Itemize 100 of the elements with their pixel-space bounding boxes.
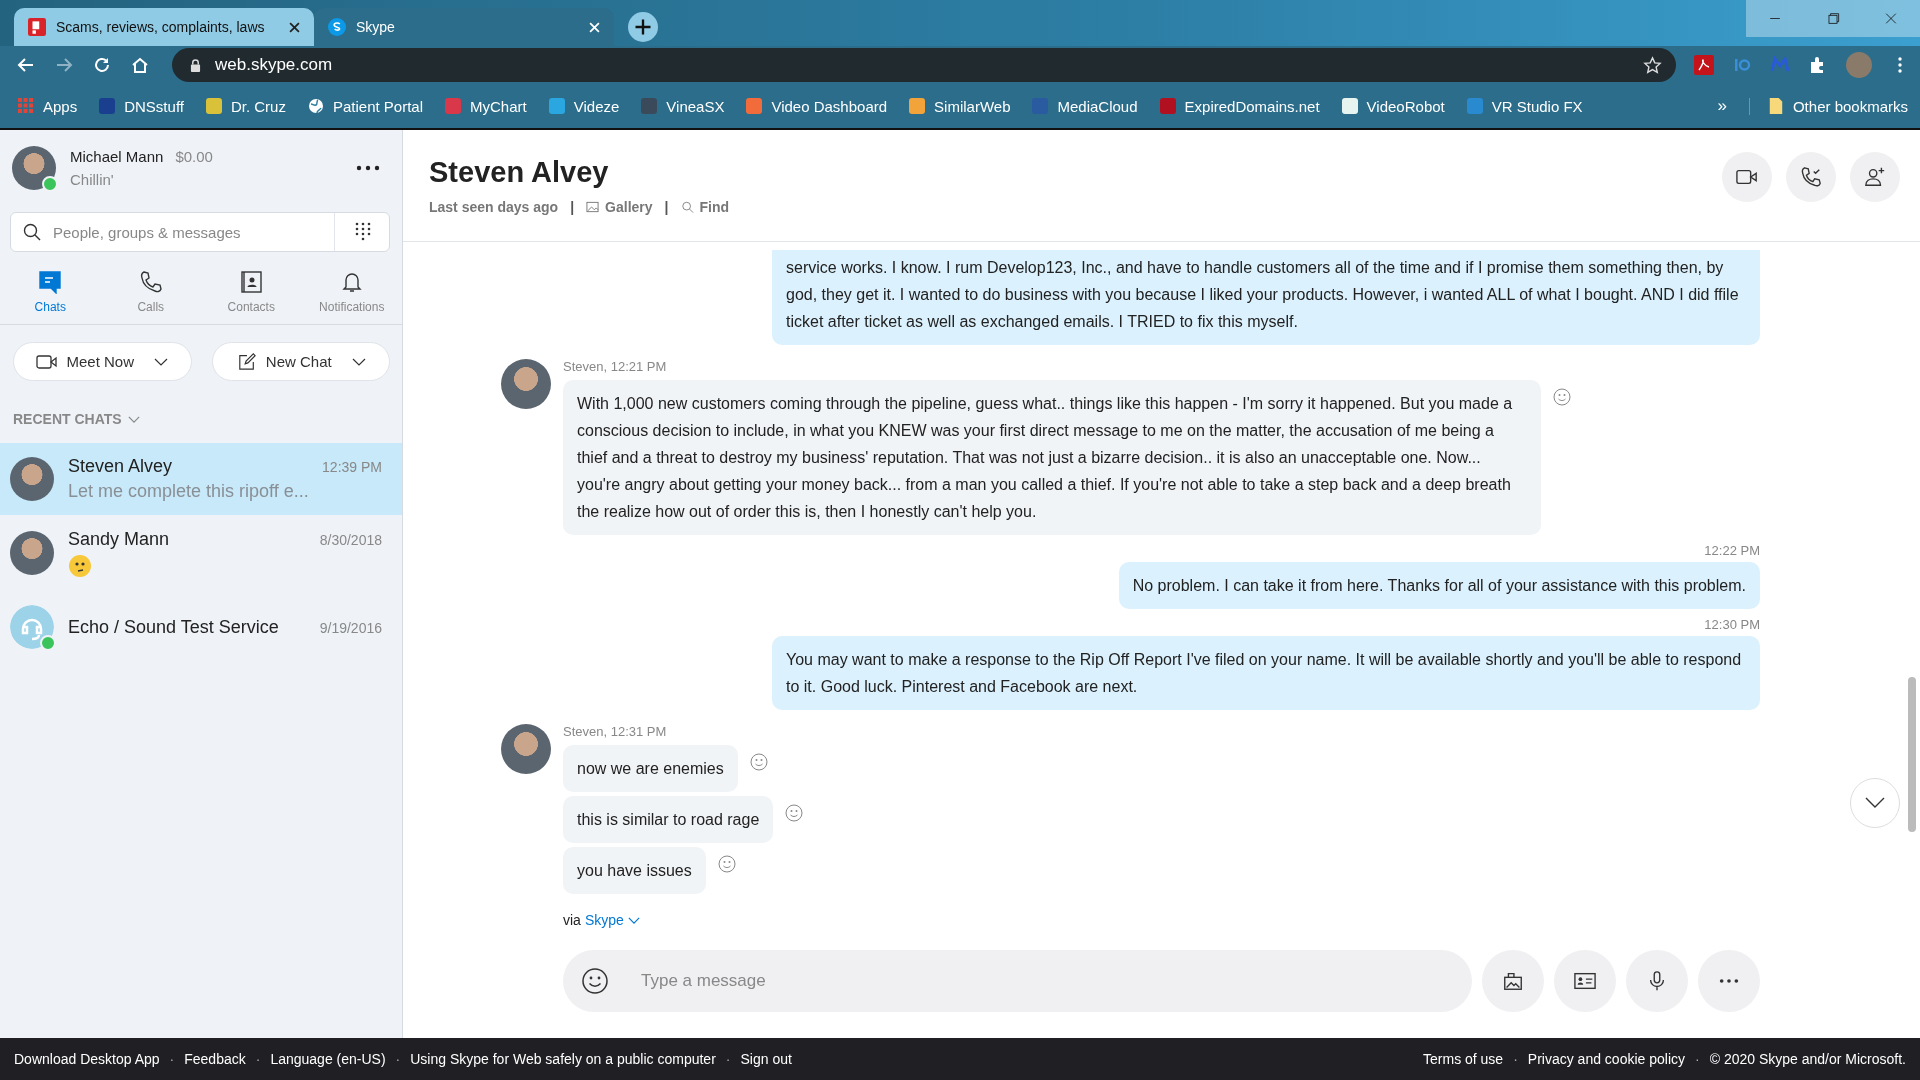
- sent-message: No problem. I can take it from here. Thanks for all of your assistance with this problem.: [1118, 562, 1760, 609]
- browser-tab[interactable]: Skype: [314, 8, 614, 46]
- chat-time: 9/19/2016: [319, 619, 382, 636]
- skype-logo-icon: [328, 18, 346, 36]
- nav-tab[interactable]: Calls: [100, 270, 201, 314]
- browser-tab[interactable]: Scams, reviews, complaints, laws: [14, 8, 314, 46]
- chat-list-item[interactable]: Steven Alvey 12:39 PM Let me complete this ripoff e...: [0, 443, 402, 515]
- pdf-icon[interactable]: [1694, 55, 1714, 75]
- bookmark[interactable]: Dr. Cruz: [205, 97, 286, 115]
- bookmark[interactable]: Patient Portal: [307, 97, 424, 115]
- tab-title: Skype: [356, 19, 396, 35]
- chat-time: 12:39 PM: [322, 459, 382, 475]
- bookmark[interactable]: MediaCloud: [1032, 97, 1138, 115]
- footer-link[interactable]: Using Skype for Web safely on a public computer: [410, 1051, 716, 1067]
- search-bar[interactable]: People, groups & messages: [10, 212, 390, 252]
- skype-link[interactable]: Skype: [584, 912, 624, 928]
- audio-call-button[interactable]: [1786, 152, 1836, 202]
- bookmark-folder[interactable]: Other bookmarks: [1748, 97, 1908, 115]
- nav-tab[interactable]: Contacts: [201, 270, 302, 314]
- recent-chats-toggle[interactable]: RECENT CHATS: [0, 381, 153, 443]
- footer-link[interactable]: Sign out: [740, 1051, 792, 1067]
- received-message: this is similar to road rage: [563, 796, 774, 843]
- plus-icon[interactable]: [628, 12, 658, 42]
- search-icon: [23, 223, 41, 241]
- folder-icon: [1767, 98, 1784, 114]
- message-time: 12:30 PM: [1704, 617, 1760, 632]
- chat-list-item[interactable]: Sandy Mann 8/30/2018: [0, 517, 402, 589]
- url-text: web.skype.com: [215, 55, 334, 75]
- credit-balance: $0.00: [175, 148, 213, 165]
- bell-icon: [339, 270, 364, 294]
- last-seen-status: Last seen days ago: [429, 199, 559, 215]
- bookmark[interactable]: Apps: [18, 97, 78, 115]
- more-options-icon: [1718, 978, 1740, 984]
- footer-separator: ·: [1695, 1051, 1700, 1067]
- more-bookmarks-button[interactable]: »: [1717, 96, 1727, 116]
- bookmark[interactable]: VideoRobot: [1341, 97, 1445, 115]
- bookmark[interactable]: MyChart: [445, 97, 527, 115]
- conversation-title: Steven Alvey: [429, 156, 610, 189]
- chat-list-item[interactable]: Echo / Sound Test Service 9/19/2016: [0, 591, 402, 663]
- reload-icon[interactable]: [92, 55, 112, 75]
- sent-message: You may want to make a response to the Rip Off Report I've filed on your name. It will be available shortly and you'll be able to respond to it. Good luck. Pinterest and Facebook are next.: [772, 636, 1760, 710]
- star-icon[interactable]: [1643, 55, 1662, 75]
- new-chat-button[interactable]: New Chat: [211, 342, 390, 381]
- footer-link[interactable]: Language (en-US): [270, 1051, 386, 1067]
- footer-separator: ·: [725, 1051, 731, 1067]
- phone-icon: [1800, 166, 1822, 188]
- smiley-icon[interactable]: [581, 967, 609, 995]
- bookmark[interactable]: ExpiredDomains.net: [1159, 97, 1320, 115]
- message-time: 12:22 PM: [1704, 543, 1760, 558]
- phone-icon: [138, 270, 163, 294]
- report-logo-icon: [28, 18, 46, 36]
- sent-message: service works. I know. I rum Develop123, Inc., and have to handle customers all of the time and if I promise them something then, by god, they get it. I wanted to do business with you because I liked your products. However, i wanted ALL of what I bought. AND I did ffile ticket after ticket as well as exchanged emails. I TRIED to fix this myself.: [772, 250, 1760, 345]
- scroll-down-button[interactable]: [1850, 778, 1900, 828]
- bookmark[interactable]: Videze: [548, 97, 620, 115]
- home-icon[interactable]: [130, 55, 150, 75]
- meet-now-button[interactable]: Meet Now: [13, 342, 192, 381]
- compose-bar[interactable]: Type a message: [563, 950, 1472, 1012]
- dial-pad-icon[interactable]: [355, 222, 371, 242]
- footer-separator: ·: [395, 1051, 401, 1067]
- sender-time: Steven, 12:31 PM: [563, 724, 668, 739]
- caret-icon: [154, 357, 168, 366]
- find-link[interactable]: Find: [680, 199, 730, 215]
- add-person-button[interactable]: [1850, 152, 1900, 202]
- bookmark[interactable]: VR Studio FX: [1466, 97, 1583, 115]
- contact-name: Steven Alvey: [68, 456, 173, 477]
- caret-icon: [351, 357, 366, 366]
- scrollbar-thumb[interactable]: [1908, 677, 1916, 832]
- message-input[interactable]: Type a message: [639, 970, 1472, 992]
- bookmark[interactable]: SimilarWeb: [909, 97, 1011, 115]
- bookmark[interactable]: VineaSX: [641, 97, 725, 115]
- pictures-icon: [1502, 970, 1524, 992]
- avatar-photo: [501, 359, 551, 409]
- received-message: now we are enemies: [563, 745, 738, 792]
- mood-message: Chillin': [70, 171, 115, 188]
- footer-link[interactable]: Feedback: [184, 1051, 246, 1067]
- nav-tab[interactable]: Chats: [0, 270, 101, 314]
- footer-link[interactable]: Privacy and cookie policy: [1527, 1051, 1685, 1067]
- gallery-link[interactable]: Gallery: [586, 199, 653, 215]
- avatar-photo: [10, 531, 54, 575]
- profile-photo[interactable]: [12, 146, 56, 190]
- avatar-photo: [10, 457, 54, 501]
- separator-text: |: [664, 199, 669, 215]
- headset-avatar-icon: [10, 605, 54, 649]
- bookmark[interactable]: Video Dashboard: [746, 97, 888, 115]
- nav-tab[interactable]: Notifications: [301, 270, 402, 314]
- chat-bubble-icon: [38, 270, 63, 294]
- footer-link[interactable]: Download Desktop App: [14, 1051, 160, 1067]
- bookmark[interactable]: DNSstuff: [99, 97, 184, 115]
- chat-time: 8/30/2018: [319, 531, 382, 548]
- address-bar[interactable]: web.skype.com: [172, 48, 1676, 82]
- picture-icon: [586, 201, 600, 213]
- search-input[interactable]: People, groups & messages: [51, 222, 334, 242]
- footer-link[interactable]: Terms of use: [1423, 1051, 1504, 1067]
- more-options-icon[interactable]: [356, 165, 380, 171]
- chevron-down-icon: [1865, 797, 1885, 809]
- video-call-button[interactable]: [1722, 152, 1772, 202]
- close-icon[interactable]: [289, 21, 300, 33]
- search-icon: [680, 201, 694, 213]
- avatar-photo: [501, 724, 551, 774]
- profile-name: Michael Mann: [70, 148, 164, 165]
